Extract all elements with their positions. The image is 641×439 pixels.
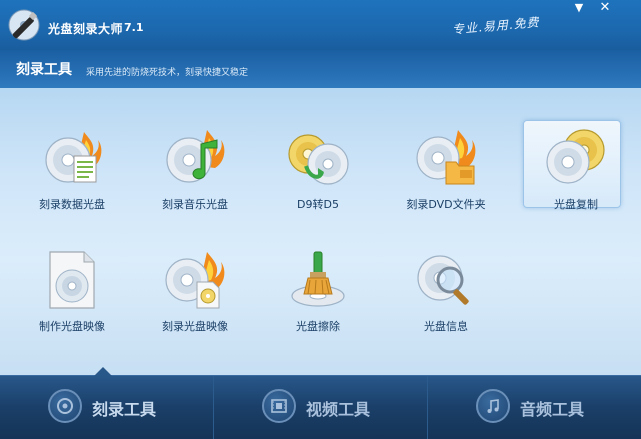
tool-burn-disc-image[interactable]: 刻录光盘映像 [145, 248, 245, 358]
tool-burn-dvd-folder[interactable]: 刻录DVD文件夹 [396, 126, 496, 236]
tool-burn-data-disc[interactable]: 刻录数据光盘 [22, 126, 122, 236]
burn-data-disc-icon [45, 132, 102, 183]
disc-icon [48, 389, 82, 423]
minimize-button[interactable]: ▼ [568, 0, 590, 16]
section-header: 刻录工具 采用先进的防烧死技术，刻录快捷又稳定 [0, 50, 641, 88]
disc-erase-icon [291, 251, 345, 307]
tool-label: 光盘擦除 [296, 320, 340, 333]
tool-label: D9转D5 [297, 198, 339, 211]
minimize-icon: ▼ [574, 1, 584, 14]
close-button[interactable]: ✕ [594, 0, 616, 16]
tool-grid: 刻录数据光盘 刻录音乐光盘 D9转D5 刻录DVD文件夹 光盘复制 制作光盘映像… [0, 88, 641, 375]
slogan: 专业.易用.免费 [451, 15, 541, 37]
tool-disc-info[interactable]: 光盘信息 [396, 248, 496, 358]
tool-label: 制作光盘映像 [39, 320, 105, 333]
app-window: 光盘刻录大师 7.1 专业.易用.免费 ▼ ✕ 刻录工具 采用先进的防烧死技术，… [0, 0, 641, 439]
tool-label: 光盘复制 [554, 198, 598, 211]
make-disc-image-icon [49, 251, 95, 309]
burn-music-disc-icon [166, 130, 225, 183]
nav-tab-video-tools[interactable]: 视频工具 [213, 376, 427, 439]
disc-copy-icon [546, 129, 605, 184]
title-bar[interactable]: 光盘刻录大师 7.1 专业.易用.免费 ▼ ✕ [0, 0, 641, 50]
nav-label: 刻录工具 [92, 400, 157, 419]
tool-make-disc-image[interactable]: 制作光盘映像 [22, 248, 122, 358]
app-version: 7.1 [124, 21, 144, 34]
d9-to-d5-icon [288, 134, 349, 185]
active-tab-pointer [94, 367, 112, 376]
app-logo-icon [8, 9, 40, 41]
nav-tab-burn-tools[interactable]: 刻录工具 [0, 367, 213, 439]
app-title: 光盘刻录大师 [48, 22, 124, 36]
tool-label: 光盘信息 [424, 320, 468, 333]
tool-label: 刻录光盘映像 [162, 320, 228, 333]
close-icon: ✕ [599, 0, 611, 15]
tool-d9-to-d5[interactable]: D9转D5 [268, 126, 368, 236]
nav-label: 视频工具 [306, 400, 371, 419]
film-icon [262, 389, 296, 423]
tool-burn-music-disc[interactable]: 刻录音乐光盘 [145, 126, 245, 236]
tool-label: 刻录DVD文件夹 [406, 198, 486, 211]
section-subtitle: 采用先进的防烧死技术，刻录快捷又稳定 [86, 68, 249, 78]
section-title: 刻录工具 [16, 62, 72, 78]
disc-info-icon [417, 255, 469, 305]
nav-tab-audio-tools[interactable]: 音频工具 [427, 376, 641, 439]
burn-dvd-folder-icon [416, 130, 476, 185]
tool-label: 刻录音乐光盘 [162, 198, 228, 211]
tool-label: 刻录数据光盘 [39, 198, 105, 211]
music-note-icon [476, 389, 510, 423]
burn-disc-image-icon [165, 252, 225, 309]
tool-disc-erase[interactable]: 光盘擦除 [268, 248, 368, 358]
bottom-nav: 刻录工具 视频工具 音频工具 [0, 367, 641, 439]
tool-disc-copy[interactable]: 光盘复制 [523, 120, 626, 236]
nav-label: 音频工具 [520, 400, 585, 419]
